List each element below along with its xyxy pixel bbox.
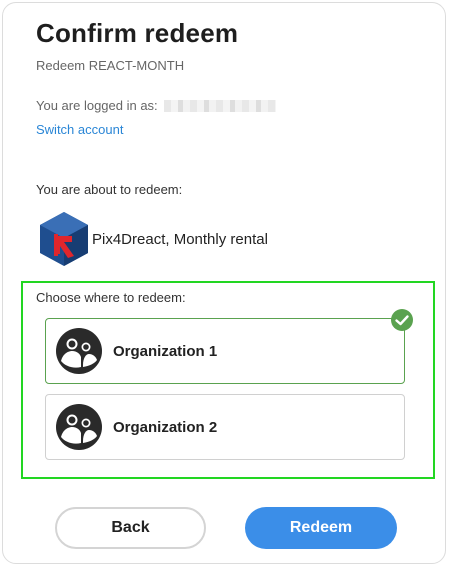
choose-label: Choose where to redeem:: [36, 290, 186, 305]
product-row: Pix4Dreact, Monthly rental: [38, 210, 268, 268]
about-to-redeem-label: You are about to redeem:: [36, 182, 183, 197]
organization-name: Organization 1: [113, 342, 218, 360]
organization-option-2[interactable]: Organization 2: [45, 394, 405, 460]
logged-in-label: You are logged in as:: [36, 98, 158, 113]
organization-option-1[interactable]: Organization 1: [45, 318, 405, 384]
organization-avatar-icon: [56, 328, 102, 374]
page-title: Confirm redeem: [36, 18, 239, 48]
logged-in-row: You are logged in as:: [36, 98, 276, 113]
selected-check-icon: [391, 309, 413, 331]
redeem-button[interactable]: Redeem: [245, 507, 397, 549]
organization-name: Organization 2: [113, 418, 218, 436]
back-button[interactable]: Back: [55, 507, 206, 549]
product-name: Pix4Dreact, Monthly rental: [92, 230, 268, 248]
organization-avatar-icon: [56, 404, 102, 450]
redacted-account-name: [163, 99, 276, 112]
page-subtitle: Redeem REACT-MONTH: [36, 58, 185, 73]
switch-account-link[interactable]: Switch account: [36, 122, 123, 137]
pix4dreact-logo-icon: [40, 212, 88, 266]
